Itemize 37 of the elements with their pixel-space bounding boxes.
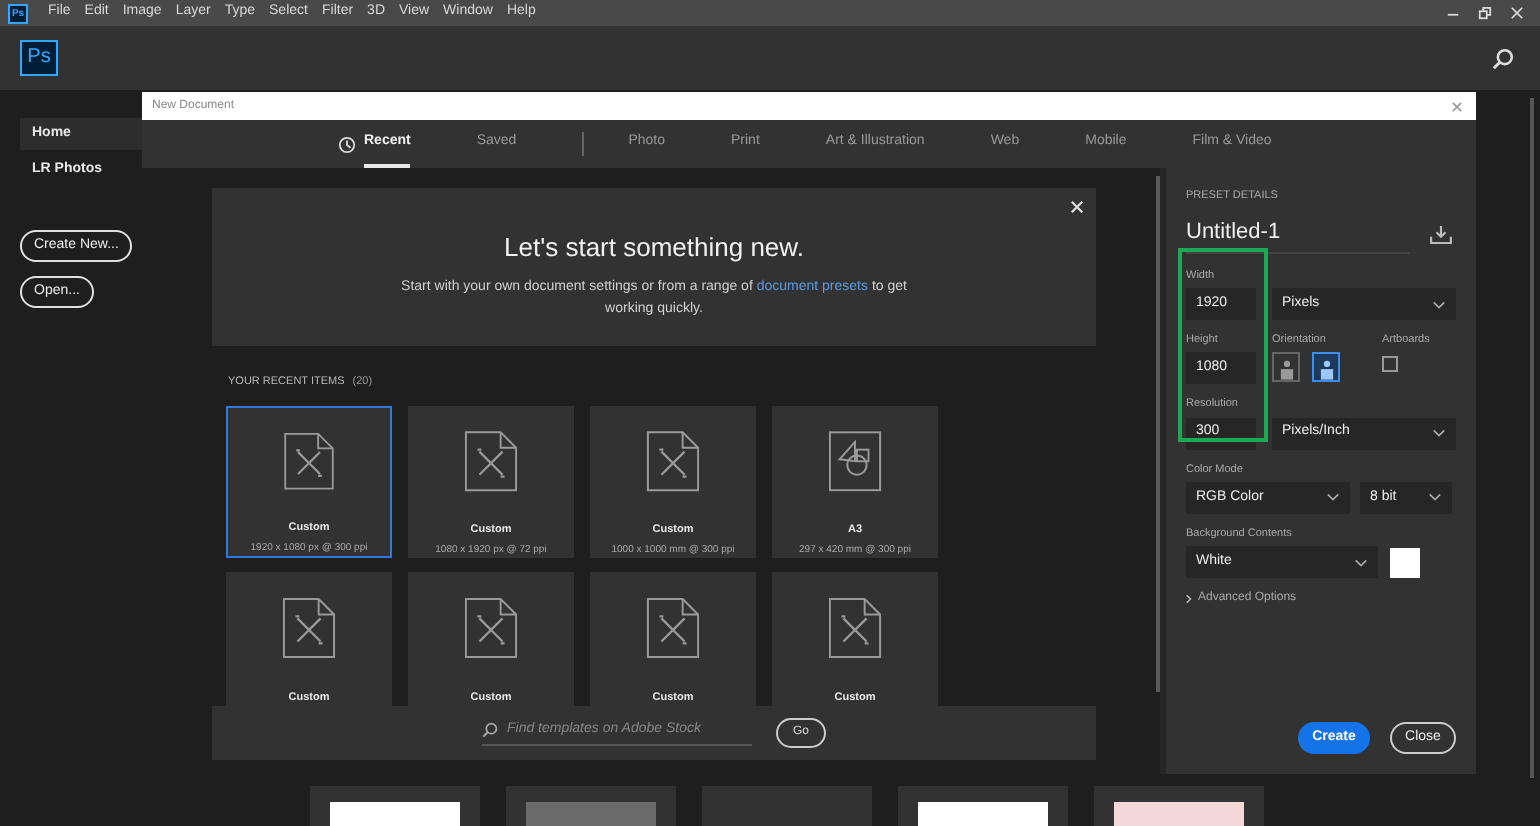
document-icon xyxy=(828,596,882,660)
template-card[interactable] xyxy=(310,786,480,826)
chevron-down-icon xyxy=(1432,299,1446,309)
scrollbar[interactable] xyxy=(1530,98,1534,778)
photo-placeholder xyxy=(330,802,460,826)
person-icon xyxy=(1279,360,1293,381)
banner-title: Let's start something new. xyxy=(504,230,804,266)
orientation-option[interactable] xyxy=(1272,352,1300,383)
photo-placeholder xyxy=(526,802,656,826)
chevron-down-icon xyxy=(1432,428,1446,438)
search-icon xyxy=(482,722,499,738)
artboards-checkbox[interactable] xyxy=(1382,356,1398,373)
shapes-document-icon xyxy=(828,430,882,493)
app-logo: Ps xyxy=(20,40,58,76)
template-card[interactable] xyxy=(898,786,1068,826)
color-swatch[interactable] xyxy=(1390,547,1420,577)
photo-placeholder xyxy=(918,802,1048,826)
person-icon xyxy=(1319,360,1333,381)
document-icon xyxy=(464,596,518,660)
chevron-down-icon xyxy=(1326,492,1340,503)
photo-placeholder xyxy=(1114,802,1244,826)
scrollbar[interactable] xyxy=(1156,176,1160,692)
clock-icon xyxy=(338,135,356,153)
document-name-field[interactable]: Untitled-1 xyxy=(1186,216,1410,254)
document-icon xyxy=(646,430,700,493)
orientation-option[interactable] xyxy=(1312,352,1340,383)
document-icon xyxy=(282,596,336,660)
document-icon xyxy=(646,596,700,660)
document-icon xyxy=(282,432,336,491)
chevron-down-icon xyxy=(1428,492,1442,503)
chevron-down-icon xyxy=(1354,557,1368,567)
save-preset-icon[interactable] xyxy=(1430,226,1452,244)
chevron-right-icon xyxy=(1186,594,1192,604)
search-icon[interactable] xyxy=(1492,47,1514,69)
document-icon xyxy=(464,430,518,493)
template-card[interactable] xyxy=(1094,786,1264,826)
restore-icon[interactable] xyxy=(1478,6,1492,20)
